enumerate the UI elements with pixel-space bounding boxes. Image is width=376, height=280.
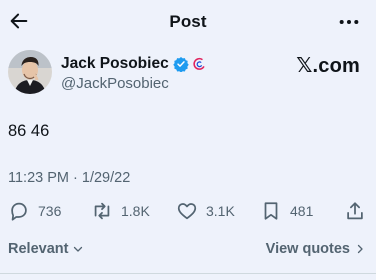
repost-button[interactable]: 1.8K bbox=[91, 197, 150, 225]
name-row: Jack Posobiec bbox=[61, 54, 206, 74]
reply-controls: Relevant View quotes bbox=[0, 238, 376, 264]
user-handle[interactable]: @JackPosobiec bbox=[61, 75, 169, 92]
reply-count: 736 bbox=[38, 203, 62, 219]
page-title: Post bbox=[169, 12, 207, 31]
repost-icon bbox=[94, 202, 110, 220]
top-bar: Post bbox=[0, 0, 376, 44]
bookmark-icon bbox=[264, 202, 278, 220]
x-brand-logo: 𝕏.com bbox=[296, 55, 360, 77]
share-icon bbox=[347, 202, 363, 220]
reply-icon bbox=[11, 202, 27, 221]
like-count: 3.1K bbox=[206, 203, 235, 219]
post-text: 86 46 bbox=[8, 122, 50, 140]
sort-replies-dropdown[interactable]: Relevant bbox=[8, 241, 84, 257]
verified-badge-icon bbox=[172, 57, 189, 72]
reply-button[interactable]: 736 bbox=[8, 197, 61, 225]
repost-count: 1.8K bbox=[121, 203, 150, 219]
chevron-down-icon bbox=[74, 246, 83, 252]
action-bar: 736 1.8K 3.1K 481 bbox=[0, 197, 376, 227]
post-screen: Post Jack Posobiec @JackPosobiec 𝕏.com 8… bbox=[0, 0, 376, 280]
view-quotes-link[interactable]: View quotes bbox=[266, 241, 366, 257]
avatar-image bbox=[8, 50, 52, 94]
more-horizontal-icon[interactable] bbox=[338, 14, 360, 30]
view-quotes-label: View quotes bbox=[265, 241, 350, 257]
avatar[interactable] bbox=[8, 50, 52, 94]
share-button[interactable] bbox=[344, 197, 366, 225]
chevron-right-icon bbox=[357, 244, 363, 254]
like-button[interactable]: 3.1K bbox=[176, 197, 235, 225]
post-timestamp[interactable]: 11:23 PM · 1/29/22 bbox=[8, 170, 130, 186]
bookmark-button[interactable]: 481 bbox=[260, 197, 313, 225]
author-row: Jack Posobiec @JackPosobiec 𝕏.com bbox=[0, 46, 376, 100]
divider bbox=[0, 273, 376, 274]
bookmark-count: 481 bbox=[290, 203, 314, 219]
display-name[interactable]: Jack Posobiec bbox=[61, 55, 169, 73]
sort-label: Relevant bbox=[8, 241, 69, 257]
affiliation-badge-icon bbox=[193, 57, 205, 70]
heart-icon bbox=[177, 203, 197, 220]
